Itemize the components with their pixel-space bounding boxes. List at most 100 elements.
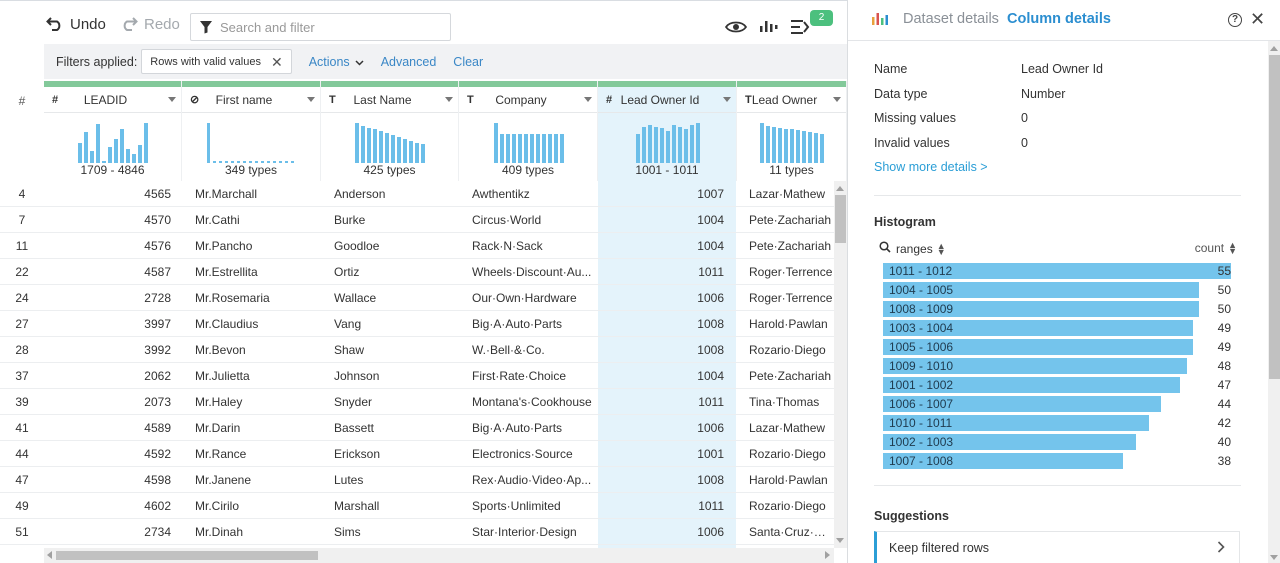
table-row[interactable]: 4 4565 Mr.Marchall Anderson Awthentikz 1007 La… — [0, 181, 834, 207]
table-cell[interactable]: Anderson — [334, 181, 454, 207]
table-cell[interactable]: 4592 — [44, 441, 171, 467]
search-input[interactable] — [220, 19, 440, 35]
table-cell[interactable]: Mr.Pancho — [195, 233, 315, 259]
table-cell[interactable]: 1008 — [598, 337, 724, 363]
actions-menu[interactable]: Actions — [309, 55, 364, 69]
table-cell[interactable]: 2073 — [44, 389, 171, 415]
table-cell[interactable]: 1004 — [598, 363, 724, 389]
table-cell[interactable]: Shaw — [334, 337, 454, 363]
histogram-row[interactable]: 1001 - 1002 47 — [883, 377, 1243, 393]
table-cell[interactable]: Erickson — [334, 441, 454, 467]
table-cell[interactable]: Wallace — [334, 285, 454, 311]
table-cell[interactable]: Mr.Cirilo — [195, 493, 315, 519]
table-cell[interactable]: Mr.Janene — [195, 467, 315, 493]
table-cell[interactable]: Harold·Pawlan — [749, 311, 834, 337]
table-cell[interactable]: Rack·N·Sack — [472, 233, 592, 259]
count-sort[interactable]: count ▲ ▼ — [1195, 241, 1237, 256]
column-histogram[interactable] — [598, 115, 736, 163]
table-cell[interactable]: Electronics·Source — [472, 441, 592, 467]
table-row[interactable]: 47 4598 Mr.Janene Lutes Rex·Audio·Video·Ap..… — [0, 467, 834, 493]
panel-scrollbar[interactable] — [1268, 41, 1280, 563]
vertical-scrollbar[interactable] — [834, 181, 847, 548]
tab-dataset-details[interactable]: Dataset details — [903, 11, 999, 27]
column-histogram[interactable] — [459, 115, 597, 163]
table-cell[interactable]: Mr.Darin — [195, 415, 315, 441]
table-cell[interactable]: Mr.Bevon — [195, 337, 315, 363]
table-cell[interactable]: Pete·Zachariah — [749, 233, 834, 259]
table-cell[interactable]: Snyder — [334, 389, 454, 415]
table-cell[interactable]: Mr.Claudius — [195, 311, 315, 337]
column-histogram[interactable] — [321, 115, 458, 163]
table-row[interactable]: 27 3997 Mr.Claudius Vang Big·A·Auto·Parts 100… — [0, 311, 834, 337]
column-header[interactable]: T Company 409 types — [459, 81, 598, 181]
table-row[interactable]: 44 4592 Mr.Rance Erickson Electronics·Source… — [0, 441, 834, 467]
table-cell[interactable]: Mr.Haley — [195, 389, 315, 415]
scroll-left-icon[interactable] — [47, 551, 52, 559]
table-row[interactable]: 37 2062 Mr.Julietta Johnson First·Rate·Choic… — [0, 363, 834, 389]
redo-button[interactable]: Redo — [120, 15, 180, 34]
table-cell[interactable]: Johnson — [334, 363, 454, 389]
histogram-row[interactable]: 1007 - 1008 38 — [883, 453, 1243, 469]
table-row[interactable]: 11 4576 Mr.Pancho Goodloe Rack·N·Sack 1004 Pet… — [0, 233, 834, 259]
table-cell[interactable]: Rex·Audio·Video·Ap... — [472, 467, 592, 493]
table-row[interactable]: 39 2073 Mr.Haley Snyder Montana's·Cookhouse 1… — [0, 389, 834, 415]
table-cell[interactable]: Mr.Rosemaria — [195, 285, 315, 311]
column-header[interactable]: T Last Name 425 types — [321, 81, 459, 181]
help-icon[interactable]: ? — [1228, 13, 1242, 27]
suggestion-item[interactable]: Keep filtered rows — [874, 531, 1240, 563]
table-cell[interactable]: Goodloe — [334, 233, 454, 259]
table-cell[interactable]: 2062 — [44, 363, 171, 389]
column-header[interactable]: ⊘ First name 349 types — [182, 81, 321, 181]
remove-filter-icon[interactable]: ✕ — [271, 55, 283, 69]
column-menu-icon[interactable] — [445, 97, 453, 102]
table-cell[interactable]: Rozario·Diego — [749, 493, 834, 519]
table-cell[interactable]: Star·Interior·Design — [472, 519, 592, 545]
table-cell[interactable]: Bassett — [334, 415, 454, 441]
table-row[interactable]: 7 4570 Mr.Cathi Burke Circus·World 1004 Pete·Z… — [0, 207, 834, 233]
histogram-row[interactable]: 1005 - 1006 49 — [883, 339, 1243, 355]
table-cell[interactable]: Burke — [334, 207, 454, 233]
histogram-row[interactable]: 1010 - 1011 42 — [883, 415, 1243, 431]
advanced-link[interactable]: Advanced — [381, 55, 437, 69]
ranges-sort[interactable]: ranges ▲ ▼ — [879, 241, 946, 256]
table-cell[interactable]: Lazar·Mathew — [749, 181, 834, 207]
table-cell[interactable]: Our·Own·Hardware — [472, 285, 592, 311]
column-header[interactable]: # LEADID 1709 - 4846 — [44, 81, 182, 181]
table-cell[interactable]: Santa·Cruz·Clara — [749, 519, 834, 545]
search-icon[interactable] — [879, 241, 891, 256]
table-row[interactable]: 49 4602 Mr.Cirilo Marshall Sports·Unlimited 1… — [0, 493, 834, 519]
column-histogram[interactable] — [44, 115, 181, 163]
table-cell[interactable]: Mr.Cathi — [195, 207, 315, 233]
scroll-down-icon[interactable] — [836, 538, 844, 543]
table-cell[interactable]: 1011 — [598, 389, 724, 415]
table-cell[interactable]: Harold·Pawlan — [749, 467, 834, 493]
table-cell[interactable]: 1004 — [598, 207, 724, 233]
table-cell[interactable]: 1001 — [598, 441, 724, 467]
table-cell[interactable]: Vang — [334, 311, 454, 337]
table-cell[interactable]: Marshall — [334, 493, 454, 519]
panel-scroll-thumb[interactable] — [1269, 55, 1280, 379]
table-cell[interactable]: Mr.Dinah — [195, 519, 315, 545]
table-cell[interactable]: Lazar·Mathew — [749, 415, 834, 441]
column-histogram[interactable] — [737, 115, 846, 163]
table-cell[interactable]: 4589 — [44, 415, 171, 441]
table-cell[interactable]: Pete·Zachariah — [749, 207, 834, 233]
histogram-row[interactable]: 1008 - 1009 50 — [883, 301, 1243, 317]
column-menu-icon[interactable] — [307, 97, 315, 102]
table-cell[interactable]: W.·Bell·&·Co. — [472, 337, 592, 363]
table-cell[interactable]: 1006 — [598, 415, 724, 441]
histogram-row[interactable]: 1002 - 1003 40 — [883, 434, 1243, 450]
table-cell[interactable]: Sports·Unlimited — [472, 493, 592, 519]
table-row[interactable]: 28 3992 Mr.Bevon Shaw W.·Bell·&·Co. 1008 Rozar… — [0, 337, 834, 363]
vertical-scroll-thumb[interactable] — [835, 195, 846, 243]
table-cell[interactable]: 4576 — [44, 233, 171, 259]
column-menu-icon[interactable] — [833, 97, 841, 102]
table-cell[interactable]: 4565 — [44, 181, 171, 207]
table-cell[interactable]: 2734 — [44, 519, 171, 545]
histogram-row[interactable]: 1006 - 1007 44 — [883, 396, 1243, 412]
table-cell[interactable]: Awthentikz — [472, 181, 592, 207]
table-cell[interactable]: Big·A·Auto·Parts — [472, 311, 592, 337]
histogram-row[interactable]: 1004 - 1005 50 — [883, 282, 1243, 298]
scroll-up-icon[interactable] — [1270, 46, 1278, 51]
table-cell[interactable]: Tina·Thomas — [749, 389, 834, 415]
